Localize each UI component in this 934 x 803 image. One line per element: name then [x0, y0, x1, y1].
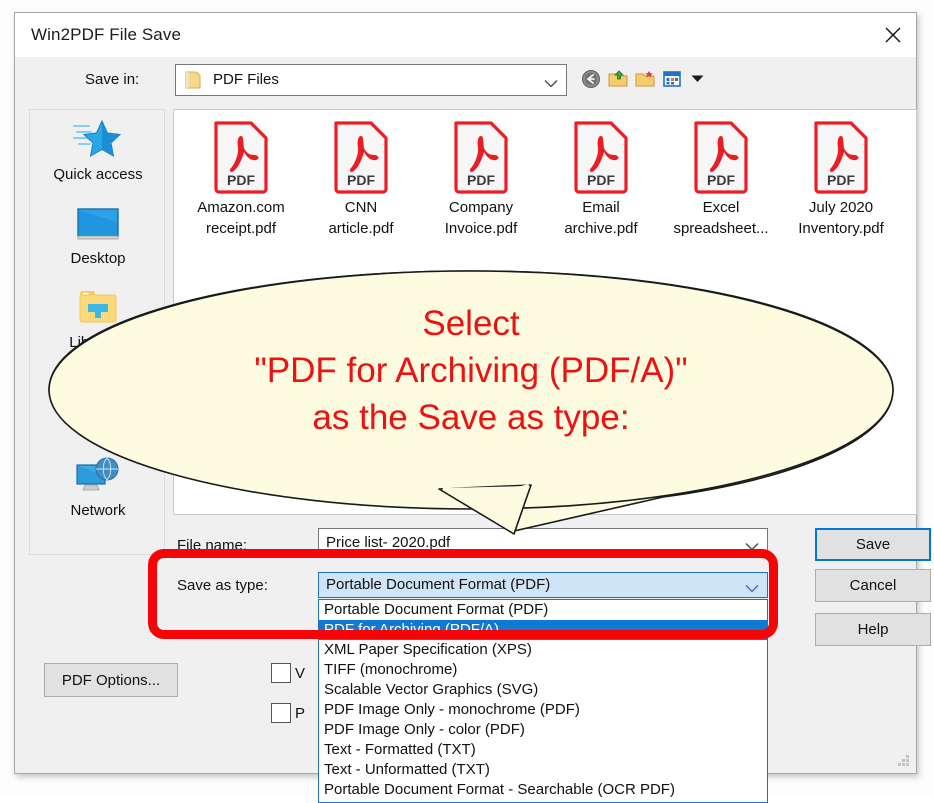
save-as-type-label: Save as type: [177, 577, 268, 594]
chevron-down-icon [544, 76, 558, 85]
new-folder-icon[interactable] [635, 69, 655, 89]
svg-text:PDF: PDF [347, 172, 375, 188]
list-item[interactable]: PDF July 2020 Inventory.pdf [782, 120, 900, 239]
sidebar-item-libraries[interactable]: Libraries [30, 284, 166, 368]
list-item[interactable]: PDF Company Invoice.pdf [422, 120, 540, 239]
sidebar-item-label: Desktop [70, 250, 125, 268]
file-name-label: Excel spreadsheet... [662, 197, 780, 239]
dropdown-option[interactable]: Portable Document Format - Searchable (O… [319, 780, 767, 800]
dropdown-option-selected[interactable]: PDF for Archiving (PDF/A) [319, 620, 767, 640]
dropdown-option[interactable]: Text - Formatted (TXT) [319, 740, 767, 760]
dropdown-option[interactable]: Portable Document Format (PDF) [319, 600, 767, 620]
list-item[interactable]: PDF CNN article.pdf [302, 120, 420, 239]
folder-icon [185, 71, 202, 89]
file-name-label-static: File name: [177, 537, 247, 554]
view-file-checkbox-label: V [295, 665, 305, 682]
sidebar-item-this-pc[interactable]: This PC [30, 368, 166, 452]
sidebar-item-label: This PC [71, 418, 124, 436]
close-button[interactable] [870, 13, 916, 56]
screenshot-root: Win2PDF File Save Save in: PD [0, 0, 934, 796]
save-button[interactable]: Save [815, 528, 931, 561]
up-folder-icon[interactable] [608, 69, 628, 89]
pdf-options-button[interactable]: PDF Options... [44, 663, 178, 697]
sidebar-item-quick-access[interactable]: Quick access [30, 116, 166, 200]
network-globe-icon [74, 452, 122, 500]
pdf-file-icon: PDF [691, 120, 751, 194]
chevron-down-icon[interactable] [745, 581, 759, 590]
close-icon [883, 25, 903, 45]
chevron-down-icon[interactable] [745, 538, 759, 547]
pdf-file-icon: PDF [211, 120, 271, 194]
pdf-file-icon: PDF [331, 120, 391, 194]
save-in-combobox[interactable]: PDF Files [175, 64, 567, 96]
dropdown-option[interactable]: Scalable Vector Graphics (SVG) [319, 680, 767, 700]
navigation-toolbar [581, 69, 704, 89]
file-name-label: July 2020 Inventory.pdf [782, 197, 900, 239]
list-item[interactable]: PDF Amazon.com receipt.pdf [182, 120, 300, 239]
prompt-checkbox-label: P [295, 705, 305, 722]
help-button[interactable]: Help [815, 613, 931, 646]
dropdown-option[interactable]: PDF Image Only - monochrome (PDF) [319, 700, 767, 720]
prompt-checkbox[interactable] [271, 703, 291, 723]
svg-text:PDF: PDF [467, 172, 495, 188]
views-icon[interactable] [662, 69, 682, 89]
file-name-label: Company Invoice.pdf [422, 197, 540, 239]
dropdown-option[interactable]: PDF Image Only - color (PDF) [319, 720, 767, 740]
pdf-file-icon: PDF [451, 120, 511, 194]
file-name-value: Price list- 2020.pdf [326, 534, 450, 551]
this-pc-icon [74, 368, 122, 416]
sidebar-item-network[interactable]: Network [30, 452, 166, 536]
pdf-file-icon: PDF [571, 120, 631, 194]
list-item[interactable]: PDF Email archive.pdf [542, 120, 660, 239]
save-in-label: Save in: [85, 71, 139, 88]
svg-text:PDF: PDF [587, 172, 615, 188]
dropdown-option[interactable]: Text - Unformatted (TXT) [319, 760, 767, 780]
dropdown-option[interactable]: XML Paper Specification (XPS) [319, 640, 767, 660]
view-file-checkbox[interactable] [271, 663, 291, 683]
save-in-value: PDF Files [213, 71, 279, 88]
views-dropdown-arrow-icon[interactable] [691, 70, 704, 88]
svg-text:PDF: PDF [707, 172, 735, 188]
quick-access-star-icon [72, 116, 124, 164]
sidebar-item-label: Network [70, 502, 125, 520]
sidebar-item-desktop[interactable]: Desktop [30, 200, 166, 284]
resize-grip[interactable] [896, 753, 910, 767]
file-name-label: Amazon.com receipt.pdf [182, 197, 300, 239]
file-name-input[interactable]: Price list- 2020.pdf [318, 528, 768, 557]
list-item[interactable]: PDF Excel spreadsheet... [662, 120, 780, 239]
sidebar-item-label: Quick access [53, 166, 142, 184]
page-title: Win2PDF File Save [31, 25, 181, 45]
save-as-type-value: Portable Document Format (PDF) [326, 576, 550, 593]
desktop-monitor-icon [74, 200, 122, 248]
pdf-file-icon: PDF [811, 120, 871, 194]
save-as-type-combobox[interactable]: Portable Document Format (PDF) [318, 572, 768, 598]
win2pdf-file-save-dialog: Win2PDF File Save Save in: PD [14, 12, 917, 774]
pdf-icon-label: PDF [227, 172, 255, 188]
file-list-panel[interactable]: PDF Amazon.com receipt.pdf PDF CNN artic… [173, 109, 917, 515]
svg-text:PDF: PDF [827, 172, 855, 188]
dropdown-option[interactable]: TIFF (monochrome) [319, 660, 767, 680]
sidebar-item-label: Libraries [69, 334, 127, 352]
libraries-folder-icon [74, 284, 122, 332]
places-sidebar: Quick access Desktop [29, 109, 165, 555]
file-name-label: CNN article.pdf [302, 197, 420, 239]
file-name-label: Email archive.pdf [542, 197, 660, 239]
title-bar: Win2PDF File Save [15, 13, 916, 58]
save-as-type-dropdown-list[interactable]: Portable Document Format (PDF) PDF for A… [318, 599, 768, 803]
cancel-button[interactable]: Cancel [815, 569, 931, 602]
back-icon[interactable] [581, 69, 601, 89]
save-in-row: Save in: PDF Files [15, 57, 916, 105]
